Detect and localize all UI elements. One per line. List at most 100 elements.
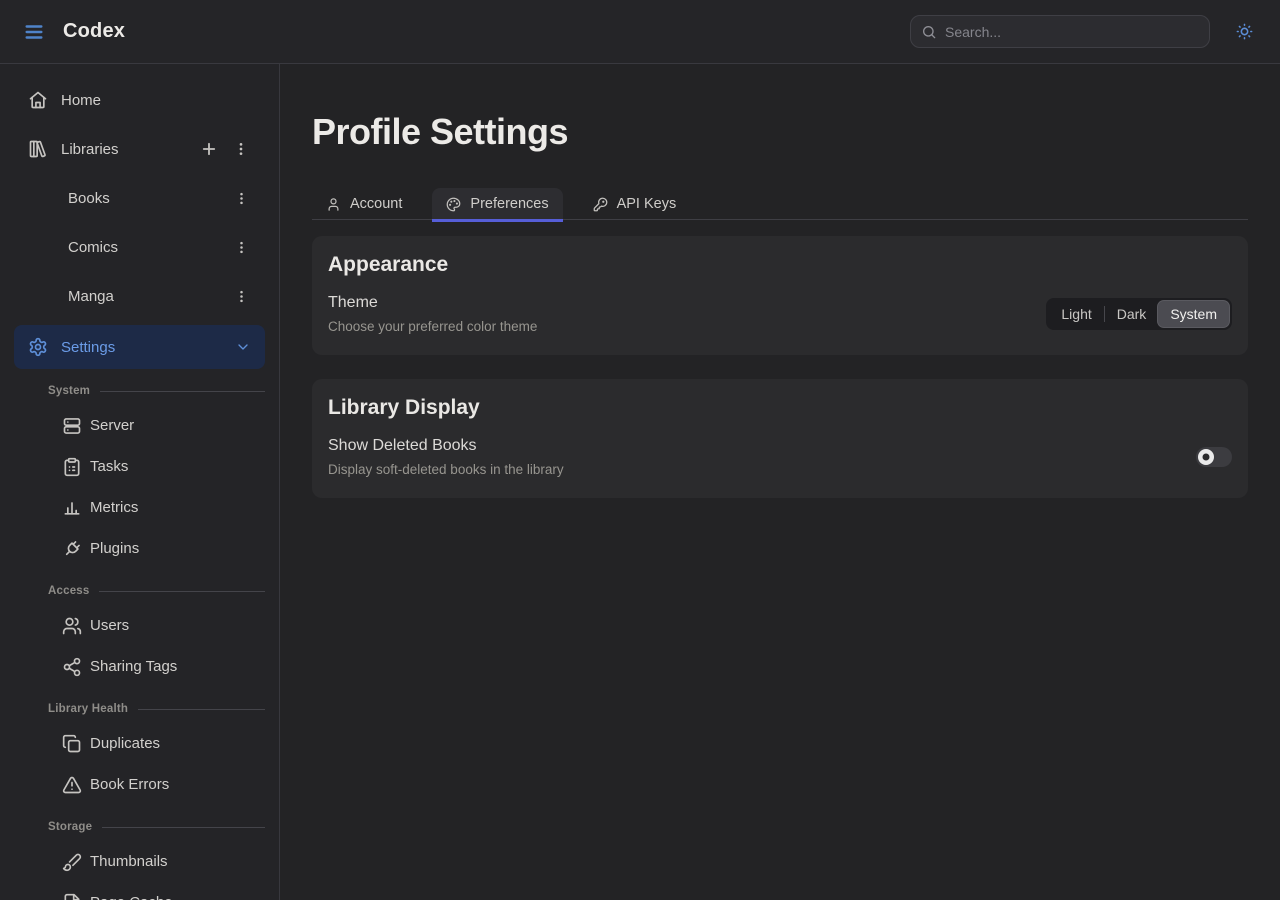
toggle-knob [1198,449,1214,465]
user-icon [326,197,341,212]
sidebar-item-thumbnails[interactable]: Thumbnails [14,841,265,882]
card-title: Appearance [328,253,1232,277]
kebab-menu-icon [234,289,249,304]
sidebar-item-duplicates[interactable]: Duplicates [14,723,265,764]
tab-account[interactable]: Account [312,188,416,219]
house-icon [28,90,48,110]
section-header-label: System [48,385,90,397]
sun-icon [1235,22,1254,41]
library-icon [28,139,48,159]
sidebar-item-books[interactable]: Books [14,178,265,218]
sidebar-item-label: Home [61,92,101,109]
kebab-menu-icon [233,141,249,157]
sidebar-item-sharing-tags[interactable]: Sharing Tags [14,646,265,687]
sidebar-item-users[interactable]: Users [14,605,265,646]
search-input[interactable] [945,24,1199,40]
sidebar-item-manga[interactable]: Manga [14,276,265,316]
sidebar-item-server[interactable]: Server [14,405,265,446]
kebab-menu-icon [234,240,249,255]
show-deleted-books-text: Show Deleted Books Display soft-deleted … [328,437,564,477]
sidebar-item-label: Users [90,617,129,634]
sidebar-item-home[interactable]: Home [14,80,265,120]
sidebar-item-label: Book Errors [90,776,169,793]
sidebar-item-settings[interactable]: Settings [14,325,265,369]
tab-label: API Keys [617,196,677,212]
sidebar-item-label: Thumbnails [90,853,168,870]
section-divider [138,709,265,710]
sidebar-item-plugins[interactable]: Plugins [14,528,265,569]
sidebar-item-label: Manga [68,288,114,305]
sidebar: Home Libraries Books Comics [0,64,280,900]
sidebar-item-label: Page Cache [90,894,173,900]
page-title: Profile Settings [312,111,1248,153]
theme-setting-row: Theme Choose your preferred color theme … [328,294,1232,334]
sidebar-item-label: Tasks [90,458,128,475]
sidebar-section-system: System [14,377,265,405]
sidebar-item-page-cache[interactable]: PDF Page Cache [14,882,265,900]
show-deleted-books-label: Show Deleted Books [328,437,564,455]
section-divider [99,591,265,592]
pdf-file-icon: PDF [62,893,82,900]
add-library-button[interactable] [199,139,219,159]
theme-option-system[interactable]: System [1158,301,1229,327]
library-display-card: Library Display Show Deleted Books Displ… [312,379,1248,498]
theme-label: Theme [328,294,537,312]
sidebar-item-label: Libraries [61,141,119,158]
share-icon [62,657,82,677]
tab-preferences[interactable]: Preferences [432,188,562,219]
theme-description: Choose your preferred color theme [328,319,537,334]
manga-menu-button[interactable] [231,286,251,306]
gear-icon [28,337,48,357]
sidebar-section-access: Access [14,577,265,605]
section-header-label: Storage [48,821,92,833]
sidebar-item-label: Server [90,417,134,434]
plug-icon [62,539,82,559]
server-icon [62,416,82,436]
main-content: Profile Settings Account Preferences API… [280,64,1280,900]
clipboard-icon [62,457,82,477]
copy-icon [62,734,82,754]
users-icon [62,616,82,636]
tab-bar: Account Preferences API Keys [312,188,1248,220]
sidebar-item-label: Sharing Tags [90,658,177,675]
sidebar-item-metrics[interactable]: Metrics [14,487,265,528]
tab-api-keys[interactable]: API Keys [579,188,691,219]
app-title: Codex [63,20,125,43]
sidebar-item-label: Comics [68,239,118,256]
section-header-label: Library Health [48,703,128,715]
bar-chart-icon [62,498,82,518]
appearance-card: Appearance Theme Choose your preferred c… [312,236,1248,355]
books-menu-button[interactable] [231,188,251,208]
brush-icon [62,852,82,872]
chevron-down-icon [235,339,251,355]
search-icon [921,24,937,40]
hamburger-menu-button[interactable] [20,18,48,46]
sidebar-item-libraries[interactable]: Libraries [14,129,265,169]
sidebar-item-comics[interactable]: Comics [14,227,265,267]
section-divider [100,391,265,392]
theme-option-light[interactable]: Light [1049,301,1103,327]
show-deleted-books-toggle[interactable] [1196,447,1232,467]
theme-segmented-control: Light Dark System [1046,298,1232,330]
card-title: Library Display [328,396,1232,420]
comics-menu-button[interactable] [231,237,251,257]
libraries-menu-button[interactable] [231,139,251,159]
plus-icon [200,140,218,158]
sidebar-item-book-errors[interactable]: Book Errors [14,764,265,805]
hamburger-icon [23,21,45,43]
show-deleted-books-row: Show Deleted Books Display soft-deleted … [328,437,1232,477]
alert-triangle-icon [62,775,82,795]
search-box[interactable] [910,15,1210,48]
sidebar-section-library-health: Library Health [14,695,265,723]
kebab-menu-icon [234,191,249,206]
theme-option-dark[interactable]: Dark [1105,301,1159,327]
theme-toggle-button[interactable] [1229,17,1259,47]
topbar: Codex [0,0,1280,64]
tab-label: Preferences [470,196,548,212]
sidebar-item-label: Duplicates [90,735,160,752]
tab-label: Account [350,196,402,212]
theme-setting-text: Theme Choose your preferred color theme [328,294,537,334]
sidebar-item-label: Books [68,190,110,207]
palette-icon [446,197,461,212]
sidebar-item-tasks[interactable]: Tasks [14,446,265,487]
